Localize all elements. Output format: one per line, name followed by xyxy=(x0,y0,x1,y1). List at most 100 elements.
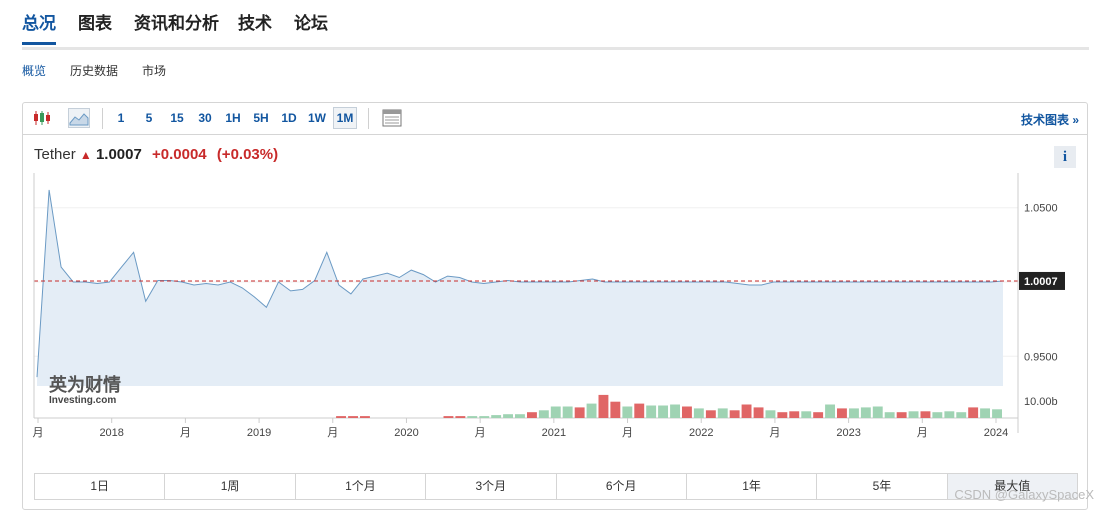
y-tick-label: 0.9500 xyxy=(1024,351,1058,363)
range-5y[interactable]: 5年 xyxy=(817,474,948,499)
interval-1h[interactable]: 1H xyxy=(222,108,244,128)
x-tick-label: 2023 xyxy=(836,427,860,439)
volume-bar xyxy=(813,412,824,418)
asset-name: Tether xyxy=(34,146,76,163)
volume-bar xyxy=(789,411,800,418)
area-chart-icon[interactable] xyxy=(68,108,90,128)
tab-forum[interactable]: 论坛 xyxy=(294,9,328,34)
volume-bar xyxy=(944,411,955,418)
range-selector: 1日 1周 1个月 3个月 6个月 1年 5年 最大值 xyxy=(34,473,1078,500)
logo-en: Investing.com xyxy=(49,395,116,406)
volume-bar xyxy=(646,405,657,418)
volume-bar xyxy=(491,415,502,418)
volume-bar xyxy=(550,406,561,418)
info-icon[interactable]: i xyxy=(1054,146,1076,168)
volume-bar xyxy=(777,412,788,418)
range-6m[interactable]: 6个月 xyxy=(557,474,687,499)
volume-bar xyxy=(610,401,621,418)
current-price-label: 1.0007 xyxy=(1024,276,1058,288)
volume-bar xyxy=(515,414,525,418)
range-3m[interactable]: 3个月 xyxy=(426,474,557,499)
volume-bar xyxy=(622,406,633,418)
volume-bar xyxy=(968,407,979,418)
current-price: 1.0007 xyxy=(95,146,142,163)
x-tick-label: 2020 xyxy=(394,427,418,439)
tab-technical[interactable]: 技术 xyxy=(238,9,272,34)
price-change-pct: (+0.03%) xyxy=(216,146,279,163)
volume-bar xyxy=(992,409,1002,418)
volume-bar xyxy=(360,416,370,418)
interval-5h[interactable]: 5H xyxy=(250,108,272,128)
volume-bar xyxy=(908,411,919,418)
volume-bar xyxy=(872,406,883,418)
volume-bar xyxy=(705,410,716,418)
volume-bar xyxy=(658,405,668,418)
table-icon[interactable] xyxy=(382,109,402,132)
volume-bar xyxy=(801,411,812,418)
tab-news-analysis[interactable]: 资讯和分析 xyxy=(134,9,219,34)
y-tick-label: 1.0500 xyxy=(1024,203,1058,215)
chart-panel: 1 5 15 30 1H 5H 1D 1W 1M 技术图表 » Tether ▲… xyxy=(22,102,1088,510)
tab-overview[interactable]: 总况 xyxy=(22,9,56,45)
x-tick-label: 2018 xyxy=(99,427,123,439)
subtab-overview[interactable]: 概览 xyxy=(22,62,46,79)
volume-bar xyxy=(670,404,680,418)
volume-bar xyxy=(527,412,537,418)
volume-bar xyxy=(467,416,478,418)
volume-bar xyxy=(837,408,847,418)
tech-chart-link[interactable]: 技术图表 » xyxy=(1021,111,1079,128)
up-arrow-icon: ▲ xyxy=(79,148,92,162)
volume-bar xyxy=(336,416,346,418)
tab-chart[interactable]: 图表 xyxy=(78,9,112,34)
interval-5[interactable]: 5 xyxy=(140,108,158,128)
volume-bar xyxy=(479,416,490,418)
x-tick-label: 月 xyxy=(33,427,44,439)
range-1w[interactable]: 1周 xyxy=(165,474,296,499)
interval-1d[interactable]: 1D xyxy=(278,108,300,128)
volume-bar xyxy=(503,414,513,418)
x-tick-label: 月 xyxy=(769,427,780,439)
volume-bar xyxy=(634,403,645,418)
volume-bar xyxy=(598,394,609,418)
volume-bar xyxy=(538,410,549,418)
volume-bar xyxy=(956,412,967,418)
volume-bar xyxy=(896,412,907,418)
volume-bar xyxy=(849,408,859,418)
x-tick-label: 月 xyxy=(180,427,191,439)
candlestick-icon[interactable] xyxy=(33,110,51,131)
volume-bar xyxy=(729,410,740,418)
volume-bar xyxy=(825,404,835,418)
range-1d[interactable]: 1日 xyxy=(35,474,166,499)
volume-bar xyxy=(586,403,597,418)
x-tick-label: 月 xyxy=(917,427,928,439)
x-tick-label: 2022 xyxy=(689,427,713,439)
volume-bar xyxy=(860,407,871,418)
investing-logo: 英为财情 Investing.com xyxy=(48,374,121,406)
subtab-historical-data[interactable]: 历史数据 xyxy=(70,62,118,79)
price-chart: 1.0500 0.9500 1.0007 10.00b 月 2018 月 2019 月 2020… xyxy=(33,173,1065,439)
interval-15[interactable]: 15 xyxy=(166,108,188,128)
range-1y[interactable]: 1年 xyxy=(687,474,818,499)
volume-bar xyxy=(682,406,692,418)
interval-30[interactable]: 30 xyxy=(194,108,216,128)
x-tick-label: 2024 xyxy=(984,427,1008,439)
logo-cn: 英为财情 xyxy=(48,374,121,395)
volume-bar xyxy=(348,416,358,418)
price-quote: Tether ▲ 1.0007 +0.0004 (+0.03%) xyxy=(34,146,278,163)
subtab-market[interactable]: 市场 xyxy=(142,62,166,79)
volume-bar xyxy=(765,410,776,418)
interval-1w[interactable]: 1W xyxy=(305,108,329,128)
volume-tick-label: 10.00b xyxy=(1024,396,1058,408)
interval-1m[interactable]: 1M xyxy=(333,107,357,129)
volume-bar xyxy=(443,416,454,418)
volume-bar xyxy=(693,408,704,418)
x-tick-label: 月 xyxy=(622,427,633,439)
volume-bar xyxy=(717,408,728,418)
price-area xyxy=(37,189,1003,386)
interval-1[interactable]: 1 xyxy=(112,108,130,128)
range-1m[interactable]: 1个月 xyxy=(296,474,427,499)
x-tick-label: 月 xyxy=(327,427,338,439)
volume-bar xyxy=(574,407,585,418)
volume-bar xyxy=(455,416,466,418)
volume-bar xyxy=(753,407,764,418)
